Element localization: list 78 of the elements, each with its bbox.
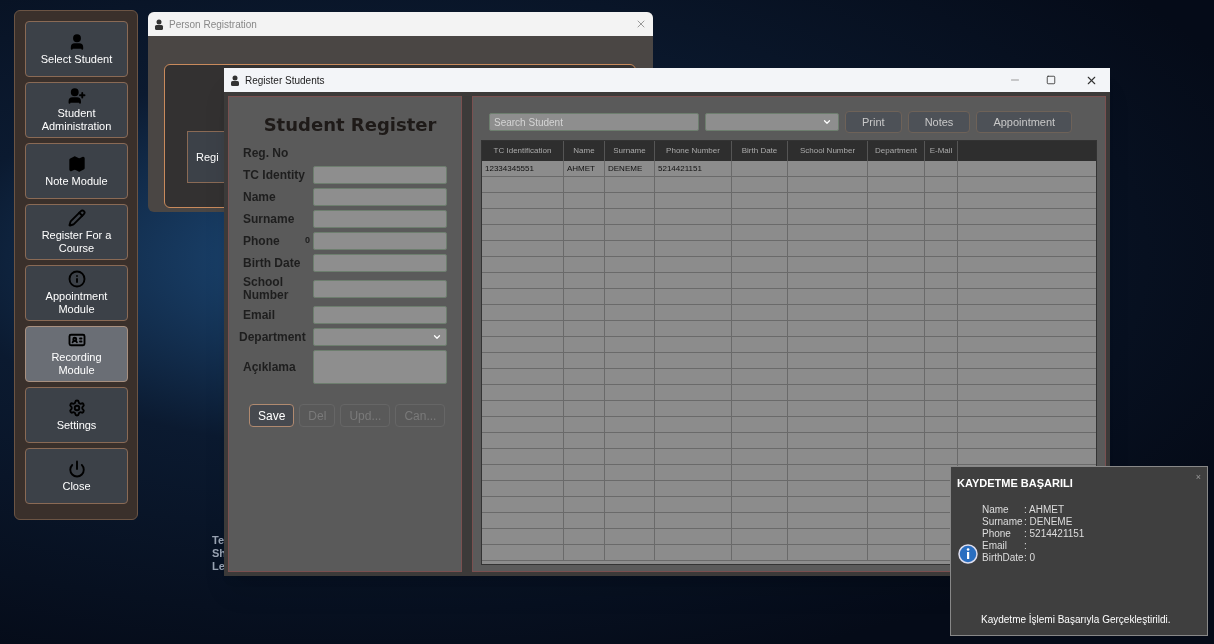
search-field[interactable]: Search Student	[489, 113, 699, 131]
detail-label: Email	[982, 539, 1008, 552]
sidebar-button[interactable]: Appointment Module	[25, 265, 128, 321]
caret-icon	[822, 117, 832, 127]
detail-label: Phone	[982, 527, 1012, 540]
dropdown[interactable]	[313, 328, 447, 346]
sidebar-button[interactable]: Note Module	[25, 143, 128, 199]
desktop-text: Le	[212, 560, 226, 573]
detail-value: : DENEME	[1024, 515, 1073, 528]
detail-value: : AHMET	[1024, 503, 1064, 516]
dropdown[interactable]	[705, 113, 839, 131]
column-header[interactable]: Department	[868, 141, 925, 161]
info-icon	[67, 270, 86, 288]
detail-label: Surname	[982, 515, 1024, 528]
field-label: Department	[239, 330, 307, 344]
sidebar-button[interactable]: Recording Module	[25, 326, 128, 382]
column-header[interactable]: E-Mail	[925, 141, 958, 161]
sidebar-button[interactable]: Settings	[25, 387, 128, 443]
id-card-icon	[67, 331, 86, 349]
input-field[interactable]	[313, 166, 447, 184]
sidebar-button[interactable]: Close	[25, 448, 128, 504]
input-field[interactable]	[313, 210, 447, 228]
field-label: Email	[243, 308, 276, 322]
input-field[interactable]	[313, 254, 447, 272]
field-label: Reg. No	[243, 146, 290, 160]
field-label: TC Identity	[243, 168, 306, 182]
notification-title: KAYDETME BAŞARILI	[957, 476, 1073, 491]
toolbar-button[interactable]: Notes	[907, 111, 971, 133]
field-label: Birth Date	[243, 256, 302, 270]
caret-icon	[432, 332, 442, 342]
column-header[interactable]: Birth Date	[732, 141, 788, 161]
field-label: Açıklama	[243, 360, 297, 374]
sidebar-button[interactable]: Select Student	[25, 21, 128, 77]
field-label: Phone	[243, 234, 281, 248]
column-header[interactable]: School Number	[788, 141, 868, 161]
toolbar-button[interactable]: Print	[845, 111, 902, 133]
pencil-icon	[67, 209, 86, 227]
table-cell: DENEME	[605, 161, 655, 176]
form-button[interactable]: Save	[249, 404, 295, 427]
user-plus-icon	[67, 87, 86, 105]
table-cell: 5214421151	[655, 161, 732, 176]
map-icon	[67, 154, 86, 173]
table-cell: AHMET	[564, 161, 605, 176]
maximize-icon[interactable]	[1046, 75, 1056, 85]
window-title: Register Students	[245, 73, 325, 88]
sidebar-button[interactable]: Register For a Course	[25, 204, 128, 260]
input-field[interactable]	[313, 188, 447, 206]
table-cell: 12334345551	[482, 161, 564, 176]
register-button[interactable]: Regi	[187, 131, 224, 183]
detail-label: Name	[982, 503, 1010, 516]
input-field[interactable]	[313, 232, 447, 250]
detail-value: : 5214421151	[1024, 527, 1085, 540]
column-header[interactable]: Phone Number	[655, 141, 732, 161]
detail-value: : 0	[1024, 551, 1036, 564]
column-header[interactable]: Name	[564, 141, 605, 161]
field-label: School Number	[243, 276, 290, 302]
phone-prefix: 0	[305, 234, 311, 248]
power-icon	[67, 459, 86, 478]
input-field[interactable]	[313, 306, 447, 324]
column-header[interactable]: TC Identification	[482, 141, 564, 161]
field-label: Surname	[243, 212, 296, 226]
gear-icon	[67, 398, 86, 417]
close-button[interactable]: ×	[1195, 473, 1201, 482]
input-field[interactable]	[313, 280, 447, 298]
notification-message: Kaydetme İşlemi Başarıyla Gerçekleştirildi.	[981, 612, 1172, 627]
field-label: Name	[243, 190, 277, 204]
toolbar-button[interactable]: Appointment	[976, 111, 1073, 133]
info-icon	[958, 543, 978, 564]
form-title: Student Register	[262, 113, 438, 137]
text-area[interactable]	[313, 350, 447, 384]
desktop-text: Te	[212, 534, 226, 547]
person-icon	[230, 74, 240, 86]
column-header[interactable]: Surname	[605, 141, 655, 161]
person-icon	[154, 18, 164, 30]
detail-value: :	[1024, 539, 1027, 552]
window-title: Person Registration	[169, 17, 257, 32]
sidebar-button[interactable]: Student Administration	[25, 82, 128, 138]
detail-label: BirthDate	[982, 551, 1024, 564]
